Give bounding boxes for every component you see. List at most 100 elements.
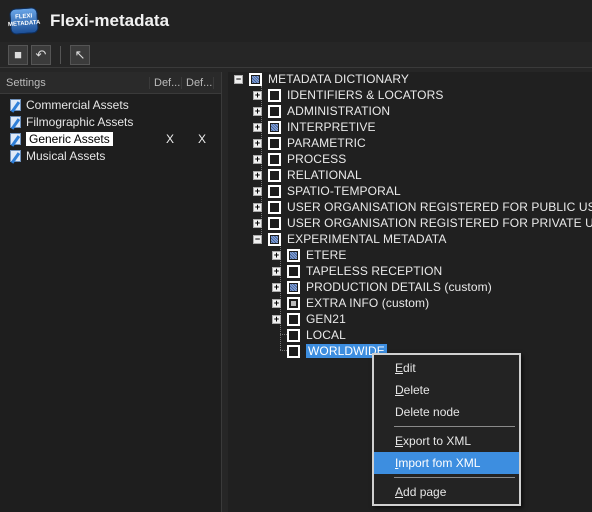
tree-checkbox[interactable]: [287, 280, 300, 294]
tree-node[interactable]: + INTERPRETIVE: [253, 119, 376, 135]
tree-node[interactable]: + TAPELESS RECEPTION: [272, 263, 442, 279]
tree-node-label: PARAMETRIC: [287, 136, 366, 150]
tree-checkbox[interactable]: [268, 168, 281, 182]
pointer-button[interactable]: ↖: [70, 44, 90, 65]
menu-item-add-page[interactable]: Add page: [374, 481, 519, 503]
settings-item-label: Musical Assets: [26, 148, 106, 163]
menu-accel: E: [395, 361, 404, 375]
tree-node-label: TAPELESS RECEPTION: [306, 264, 443, 278]
undo-button[interactable]: ↶: [31, 44, 51, 65]
expand-icon[interactable]: +: [272, 314, 281, 324]
default-marker-2: X: [197, 131, 206, 146]
expand-icon[interactable]: +: [272, 266, 281, 276]
expand-icon[interactable]: +: [253, 122, 262, 132]
settings-item-generic-assets[interactable]: Generic Assets X X: [0, 130, 221, 147]
menu-item-delete[interactable]: Delete: [374, 379, 519, 401]
tree-checkbox[interactable]: [287, 328, 300, 342]
tree-node[interactable]: + ETERE: [272, 247, 347, 263]
tree-node-label: IDENTIFIERS & LOCATORS: [287, 88, 444, 102]
tree-checkbox[interactable]: [268, 200, 281, 214]
tree-node[interactable]: + GEN21: [272, 311, 346, 327]
tree-checkbox[interactable]: [287, 296, 300, 310]
tree-node[interactable]: + EXTRA INFO (custom): [272, 295, 429, 311]
column-header-settings[interactable]: Settings: [0, 76, 150, 89]
tree-node-selected[interactable]: WORLDWIDE: [272, 343, 387, 359]
menu-item-label: Delete node: [395, 405, 460, 419]
tree-node-label: USER ORGANISATION REGISTERED FOR PRIVATE…: [287, 216, 592, 230]
expand-icon[interactable]: +: [253, 90, 262, 100]
tree-node[interactable]: + PARAMETRIC: [253, 135, 366, 151]
tree-checkbox[interactable]: [268, 104, 281, 118]
collapse-icon[interactable]: −: [234, 74, 243, 84]
expand-icon[interactable]: +: [253, 170, 262, 180]
title-bar: FLEXI METADATA Flexi-metadata: [0, 0, 592, 42]
menu-item-delete-node[interactable]: Delete node: [374, 401, 519, 423]
expand-icon[interactable]: +: [253, 218, 262, 228]
expand-icon[interactable]: +: [253, 154, 262, 164]
menu-item-label: mport fom XML: [398, 456, 481, 470]
tree-node[interactable]: − EXPERIMENTAL METADATA: [253, 231, 446, 247]
expand-icon[interactable]: +: [272, 250, 281, 260]
asset-pen-icon: [8, 98, 24, 113]
tree-checkbox[interactable]: [287, 248, 300, 262]
settings-item-filmographic-assets[interactable]: Filmographic Assets: [0, 113, 221, 130]
tree-node-label: EXTRA INFO (custom): [306, 296, 430, 310]
stop-icon: ■: [14, 47, 22, 62]
asset-pen-icon: [8, 149, 24, 164]
tree-node-label: PRODUCTION DETAILS (custom): [306, 280, 492, 294]
collapse-icon[interactable]: −: [253, 234, 262, 244]
menu-item-edit[interactable]: Edit: [374, 357, 519, 379]
expand-icon[interactable]: +: [272, 298, 281, 308]
tree-node[interactable]: LOCAL: [272, 327, 346, 343]
expand-icon[interactable]: +: [253, 186, 262, 196]
tree-node[interactable]: + IDENTIFIERS & LOCATORS: [253, 87, 443, 103]
tree-checkbox[interactable]: [268, 152, 281, 166]
menu-item-label: dit: [403, 361, 416, 375]
tree-node[interactable]: + USER ORGANISATION REGISTERED FOR PRIVA…: [253, 215, 592, 231]
settings-pane: Settings Def... Def... Commercial Assets…: [0, 72, 222, 512]
tree-checkbox[interactable]: [268, 184, 281, 198]
tree-checkbox[interactable]: [287, 312, 300, 326]
expand-icon[interactable]: +: [272, 282, 281, 292]
tree-checkbox[interactable]: [268, 120, 281, 134]
tree-node-label: ADMINISTRATION: [287, 104, 391, 118]
asset-pen-icon: [8, 132, 24, 147]
expand-icon[interactable]: +: [253, 106, 262, 116]
stop-button[interactable]: ■: [8, 44, 28, 65]
column-header-def-2[interactable]: Def...: [182, 76, 214, 89]
settings-item-label: Commercial Assets: [26, 97, 129, 112]
tree-node[interactable]: + PROCESS: [253, 151, 346, 167]
tree-checkbox[interactable]: [249, 72, 262, 86]
settings-header: Settings Def... Def...: [0, 72, 221, 94]
toolbar-separator: [60, 45, 61, 64]
menu-item-export-xml[interactable]: Export to XML: [374, 430, 519, 452]
tree-node[interactable]: + PRODUCTION DETAILS (custom): [272, 279, 492, 295]
expand-icon[interactable]: +: [253, 138, 262, 148]
menu-item-label: dd page: [403, 485, 447, 499]
tree-checkbox[interactable]: [268, 136, 281, 150]
menu-item-import-xml[interactable]: Import fom XML: [374, 452, 519, 474]
settings-item-musical-assets[interactable]: Musical Assets: [0, 147, 221, 164]
tree-checkbox[interactable]: [287, 344, 300, 358]
tree-node-root[interactable]: − METADATA DICTIONARY: [234, 71, 409, 87]
asset-pen-icon: [8, 115, 24, 130]
tree-checkbox[interactable]: [268, 232, 281, 246]
tree-node[interactable]: + ADMINISTRATION: [253, 103, 390, 119]
settings-item-commercial-assets[interactable]: Commercial Assets: [0, 96, 221, 113]
logo-text-2: METADATA: [7, 19, 41, 29]
menu-item-label: xport to XML: [403, 434, 472, 448]
tree-checkbox[interactable]: [268, 216, 281, 230]
expand-icon[interactable]: +: [253, 202, 262, 212]
pointer-icon: ↖: [74, 46, 86, 62]
column-header-def-1[interactable]: Def...: [150, 76, 182, 89]
tree-node-label: INTERPRETIVE: [287, 120, 376, 134]
app-logo: FLEXI METADATA: [7, 7, 41, 35]
menu-separator: [394, 477, 515, 478]
tree-checkbox[interactable]: [268, 88, 281, 102]
tree-node[interactable]: + SPATIO-TEMPORAL: [253, 183, 401, 199]
tree-node[interactable]: + USER ORGANISATION REGISTERED FOR PUBLI…: [253, 199, 592, 215]
tree-checkbox[interactable]: [287, 264, 300, 278]
tree-node[interactable]: + RELATIONAL: [253, 167, 362, 183]
undo-icon: ↶: [35, 46, 47, 62]
tree-node-label: RELATIONAL: [287, 168, 362, 182]
